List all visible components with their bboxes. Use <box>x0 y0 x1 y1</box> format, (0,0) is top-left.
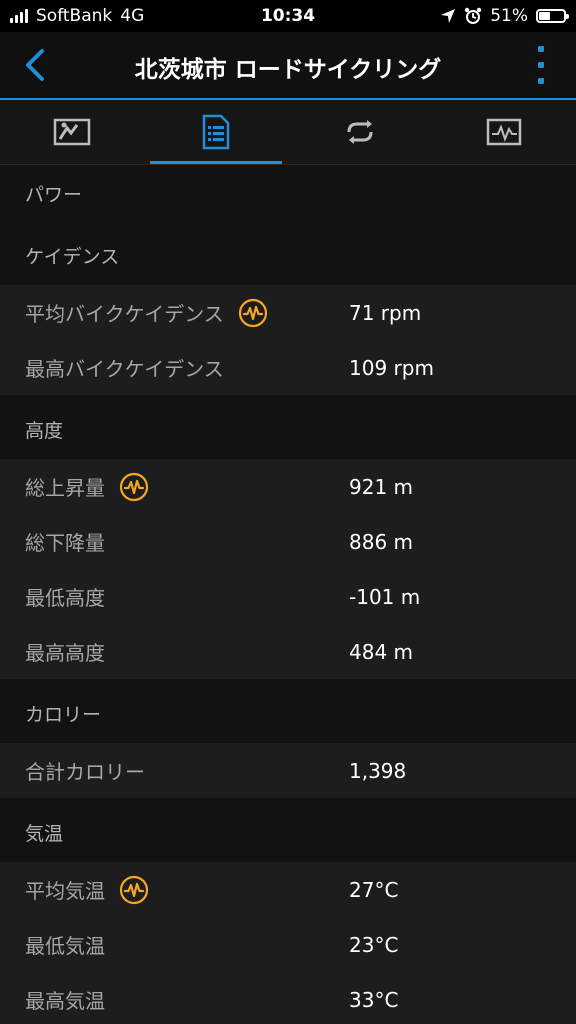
stat-row-min-temperature: 最低気温 23°C <box>0 917 576 972</box>
map-icon <box>53 118 91 146</box>
tab-laps[interactable] <box>288 100 432 164</box>
stat-label: 最高高度 <box>25 641 105 665</box>
menu-dot <box>538 78 544 84</box>
section-title: パワー <box>25 183 83 206</box>
section-header-cadence: ケイデンス <box>0 221 576 285</box>
battery-level-fill <box>539 12 551 20</box>
chart-wave-icon[interactable] <box>119 875 149 905</box>
stat-value: -101 m <box>349 584 421 609</box>
document-list-icon <box>202 114 230 150</box>
stat-row-min-elevation: 最低高度 -101 m <box>0 569 576 624</box>
more-options-button[interactable] <box>534 46 548 84</box>
chart-icon <box>486 118 522 146</box>
section-title: 気温 <box>25 822 64 845</box>
stat-value: 484 m <box>349 639 414 664</box>
stat-row-max-cadence: 最高バイクケイデンス 109 rpm <box>0 340 576 395</box>
menu-dot <box>538 46 544 52</box>
status-right: 51% <box>440 6 569 26</box>
stat-row-total-descent: 総下降量 886 m <box>0 514 576 569</box>
stat-label: 最高バイクケイデンス <box>25 357 224 381</box>
stat-value: 1,398 <box>349 758 407 783</box>
tab-stats[interactable] <box>144 100 288 164</box>
page-title: 北茨城市 ロードサイクリング <box>134 57 442 83</box>
stat-value: 71 rpm <box>349 300 422 325</box>
stat-value: 33°C <box>349 987 399 1012</box>
alarm-clock-icon <box>465 7 482 24</box>
menu-dot <box>538 62 544 68</box>
stat-value: 921 m <box>349 474 414 499</box>
chart-wave-icon[interactable] <box>119 472 149 502</box>
stat-row-max-temperature: 最高気温 33°C <box>0 972 576 1024</box>
stat-row-max-elevation: 最高高度 484 m <box>0 624 576 679</box>
back-button[interactable] <box>18 46 54 84</box>
stat-row-total-calories: 合計カロリー 1,398 <box>0 743 576 798</box>
stat-row-avg-cadence: 平均バイクケイデンス 71 rpm <box>0 285 576 340</box>
stat-value: 23°C <box>349 932 399 957</box>
section-title: 高度 <box>25 419 64 442</box>
stat-value: 109 rpm <box>349 355 434 380</box>
tab-charts[interactable] <box>432 100 576 164</box>
stats-content[interactable]: パワー ケイデンス 平均バイクケイデンス 71 rpm 最高バイクケイデンス 1… <box>0 165 576 1024</box>
chevron-left-icon <box>26 49 44 81</box>
stat-label: 総下降量 <box>25 531 105 555</box>
stat-row-avg-temperature: 平均気温 27°C <box>0 862 576 917</box>
stat-label: 最高気温 <box>25 989 105 1013</box>
tab-bar <box>0 100 576 165</box>
navigation-header: 北茨城市 ロードサイクリング <box>0 32 576 100</box>
activity-details-screen: SoftBank 4G 10:34 51% 北茨城市 ロードサイクリング パワー… <box>0 0 576 1024</box>
chart-wave-icon[interactable] <box>238 298 268 328</box>
battery-icon <box>536 9 569 23</box>
section-cadence: 平均バイクケイデンス 71 rpm 最高バイクケイデンス 109 rpm <box>0 285 576 395</box>
section-elevation: 総上昇量 921 m 総下降量 886 m 最低高度 -101 m 最高高度 4… <box>0 459 576 679</box>
status-bar: SoftBank 4G 10:34 51% <box>0 0 576 32</box>
section-title: カロリー <box>25 703 102 726</box>
section-title: ケイデンス <box>25 245 120 268</box>
section-calories: 合計カロリー 1,398 <box>0 743 576 798</box>
stat-label: 平均バイクケイデンス <box>25 302 224 326</box>
battery-percent: 51% <box>490 6 528 26</box>
loop-icon <box>347 120 373 144</box>
stat-value: 886 m <box>349 529 414 554</box>
stat-label: 最低気温 <box>25 934 105 958</box>
stat-label: 合計カロリー <box>25 760 145 784</box>
stat-value: 27°C <box>349 877 399 902</box>
stat-label: 最低高度 <box>25 586 105 610</box>
location-arrow-icon <box>441 9 456 23</box>
section-temperature: 平均気温 27°C 最低気温 23°C 最高気温 33°C <box>0 862 576 1024</box>
tab-map[interactable] <box>0 100 144 164</box>
stat-label: 平均気温 <box>25 879 105 903</box>
section-header-temperature: 気温 <box>0 798 576 862</box>
stat-label: 総上昇量 <box>25 476 105 500</box>
section-header-elevation: 高度 <box>0 395 576 459</box>
section-header-calories: カロリー <box>0 679 576 743</box>
stat-row-total-ascent: 総上昇量 921 m <box>0 459 576 514</box>
section-header-power: パワー <box>0 165 576 221</box>
